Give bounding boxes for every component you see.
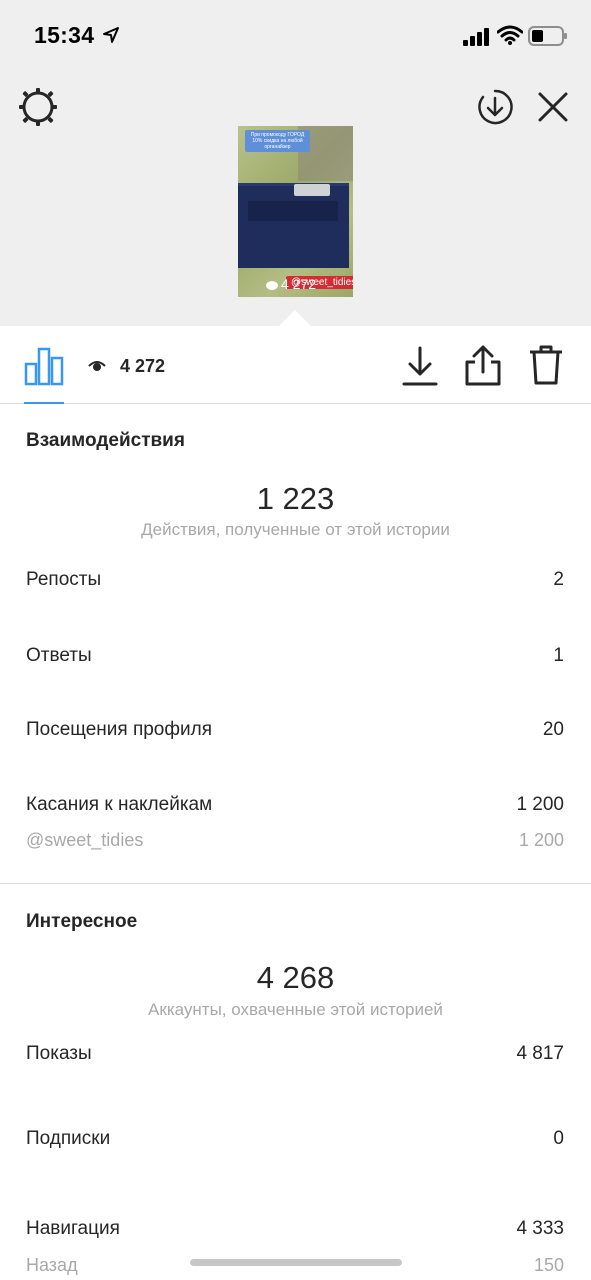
- home-indicator[interactable]: [190, 1259, 402, 1266]
- tab-active-indicator: [24, 402, 64, 404]
- sticker-handle-value: 1 200: [518, 830, 564, 850]
- discovery-total: 4 268: [256, 960, 335, 995]
- download-icon[interactable]: [402, 346, 438, 386]
- thumbnail-caption: При промокоду ГОРОД 10% скидка на любой …: [245, 130, 310, 152]
- cellular-signal-icon: [463, 28, 489, 46]
- wifi-icon: [497, 25, 523, 45]
- profile-visits-value: 20: [542, 719, 564, 740]
- interactions-title: Взаимодействия: [26, 430, 185, 451]
- thumbnail-view-count: 4 272: [266, 276, 316, 292]
- follows-label: Подписки: [26, 1128, 111, 1149]
- thumbnail-pointer: [278, 310, 312, 327]
- story-toolbar: 4 272: [0, 326, 591, 404]
- eye-icon: [88, 361, 106, 371]
- interactions-subtitle: Действия, полученные от этой истории: [141, 520, 450, 539]
- impressions-value: 4 817: [516, 1043, 564, 1064]
- discovery-title: Интересное: [26, 911, 138, 932]
- thumbnail-organizer-inner: [248, 201, 338, 221]
- thumbnail-phone-image: [294, 184, 330, 196]
- replies-label: Ответы: [26, 645, 92, 666]
- thumbnail-views-text: 4 272: [281, 276, 317, 292]
- eye-icon: [266, 280, 278, 290]
- thumbnail-organizer-image: [238, 183, 349, 268]
- views-count: 4 272: [120, 356, 166, 376]
- impressions-label: Показы: [26, 1043, 92, 1064]
- reposts-label: Репосты: [26, 569, 102, 590]
- sticker-taps-label: Касания к наклейкам: [26, 794, 213, 815]
- navigation-label: Навигация: [26, 1218, 120, 1239]
- status-time: 15:34: [34, 22, 95, 48]
- interactions-total: 1 223: [256, 481, 335, 516]
- status-bar: 15:34: [0, 0, 591, 72]
- share-icon[interactable]: [464, 344, 502, 386]
- section-divider: [0, 883, 591, 884]
- settings-gear-icon[interactable]: [18, 87, 58, 127]
- download-circle-icon[interactable]: [475, 87, 515, 127]
- close-icon[interactable]: [536, 90, 570, 124]
- back-label: Назад: [26, 1255, 78, 1275]
- insights-chart-icon[interactable]: [24, 346, 64, 386]
- follows-value: 0: [553, 1128, 564, 1149]
- sticker-taps-value: 1 200: [516, 794, 564, 815]
- reposts-value: 2: [553, 569, 564, 590]
- battery-icon: [528, 26, 567, 46]
- sticker-handle-label: @sweet_tidies: [26, 830, 144, 850]
- story-preview-area: 15:34 При промокоду ГОРОД 10% скидка на …: [0, 0, 591, 327]
- replies-value: 1: [553, 645, 564, 666]
- location-arrow-icon: [103, 27, 119, 43]
- story-thumbnail[interactable]: При промокоду ГОРОД 10% скидка на любой …: [238, 126, 353, 297]
- discovery-subtitle: Аккаунты, охваченные этой историей: [148, 1000, 443, 1019]
- navigation-value: 4 333: [516, 1218, 564, 1239]
- profile-visits-label: Посещения профиля: [26, 719, 212, 740]
- trash-icon[interactable]: [528, 344, 564, 386]
- back-value: 150: [533, 1255, 564, 1275]
